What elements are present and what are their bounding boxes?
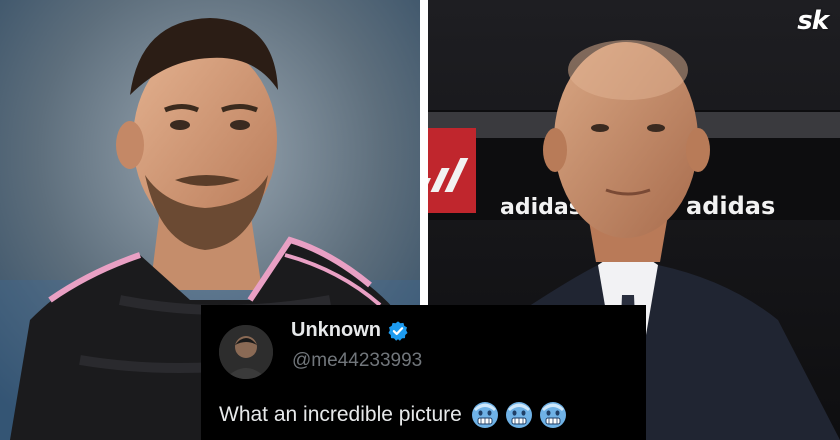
- cold-face-emoji-icon: [539, 402, 566, 428]
- verified-badge-icon: [388, 320, 408, 341]
- tweet-display-name[interactable]: Unknown: [291, 319, 381, 342]
- brand-logo: sk: [797, 6, 829, 36]
- tweet-body: What an incredible picture: [219, 400, 572, 430]
- cold-face-emoji-icon: [471, 402, 498, 428]
- adidas-text-right: adidas: [686, 192, 775, 220]
- avatar[interactable]: [219, 325, 273, 379]
- emoji-row: [470, 400, 572, 430]
- tweet-card: Unknown @me44233993 What an incredible p…: [201, 305, 646, 440]
- tweet-handle[interactable]: @me44233993: [292, 350, 422, 372]
- avatar-icon: [219, 325, 273, 379]
- cold-face-emoji-icon: [505, 402, 532, 428]
- tweet-text: What an incredible picture: [219, 403, 462, 426]
- image-canvas: adidas adidas sk Unknown @me44233993 Wha…: [0, 0, 840, 440]
- tweet-author-row: Unknown: [291, 319, 409, 342]
